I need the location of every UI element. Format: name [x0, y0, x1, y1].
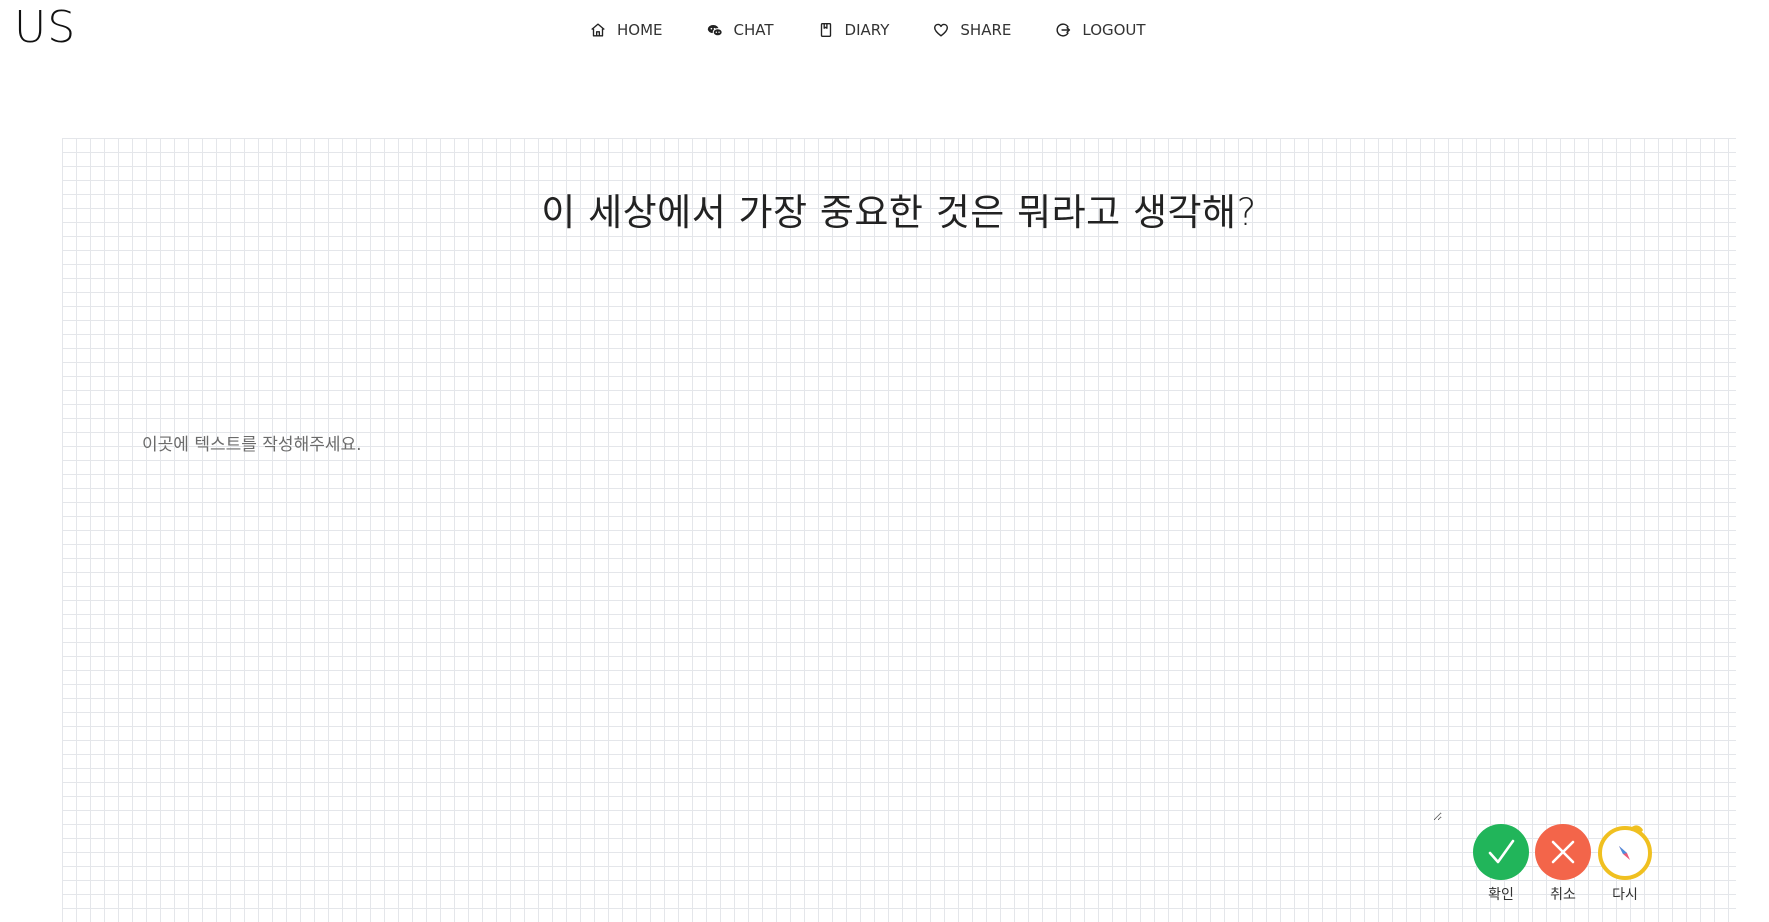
question-board: 이 세상에서 가장 중요한 것은 뭐라고 생각해?: [62, 138, 1736, 922]
retry-button[interactable]: 다시: [1596, 824, 1654, 904]
close-x-icon: [1535, 824, 1591, 880]
nav-label-chat: CHAT: [733, 21, 774, 39]
home-icon: [588, 20, 608, 40]
diary-book-icon: [816, 20, 836, 40]
cancel-label: 취소: [1550, 887, 1576, 903]
confirm-button[interactable]: 확인: [1472, 824, 1530, 904]
retry-label: 다시: [1612, 887, 1638, 903]
confirm-label: 확인: [1488, 887, 1514, 903]
compass-icon: [1597, 824, 1653, 880]
question-title: 이 세상에서 가장 중요한 것은 뭐라고 생각해?: [541, 191, 1257, 234]
logout-icon: [1053, 20, 1073, 40]
heart-icon: [931, 20, 951, 40]
nav-label-share: SHARE: [960, 21, 1012, 39]
chat-bubbles-icon: [705, 20, 725, 40]
logo[interactable]: US: [14, 2, 76, 53]
answer-textarea[interactable]: [122, 423, 1442, 821]
nav-item-share[interactable]: SHARE: [931, 20, 1011, 40]
nav-item-home[interactable]: HOME: [588, 20, 663, 40]
action-buttons: 확인 취소 다시: [1472, 824, 1658, 904]
page: US HOME CHAT DIARY SHARE LOGOUT 이 세상에서 가…: [0, 0, 1769, 922]
nav-item-diary[interactable]: DIARY: [816, 20, 890, 40]
nav-item-logout[interactable]: LOGOUT: [1053, 20, 1146, 40]
nav-item-chat[interactable]: CHAT: [705, 20, 774, 40]
checkmark-icon: [1473, 824, 1529, 880]
nav-label-logout: LOGOUT: [1082, 21, 1146, 39]
nav-label-home: HOME: [617, 21, 663, 39]
nav-label-diary: DIARY: [844, 21, 890, 39]
cancel-button[interactable]: 취소: [1534, 824, 1592, 904]
main-nav: HOME CHAT DIARY SHARE LOGOUT: [588, 18, 1188, 42]
